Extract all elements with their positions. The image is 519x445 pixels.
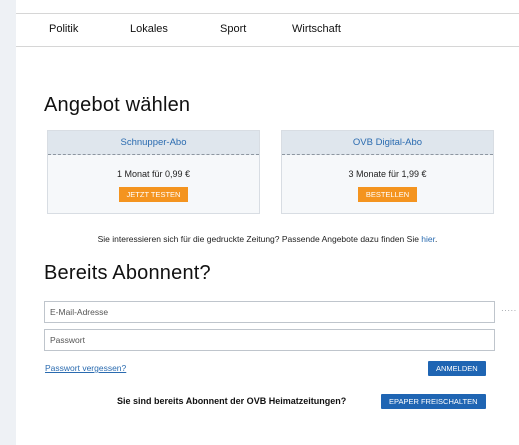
epaper-unlock-button[interactable]: EPAPER FREISCHALTEN (381, 394, 486, 409)
password-field[interactable] (44, 329, 495, 351)
login-button[interactable]: ANMELDEN (428, 361, 486, 376)
epaper-question: Sie sind bereits Abonnent der OVB Heimat… (117, 396, 347, 406)
bestellen-button[interactable]: BESTELLEN (357, 187, 418, 202)
print-offer-end: . (435, 234, 438, 244)
offer-card-title: OVB Digital-Abo (282, 131, 493, 155)
nav-item-wirtschaft[interactable]: Wirtschaft (292, 23, 341, 35)
offer-card-schnupper: Schnupper-Abo 1 Monat für 0,99 € JETZT T… (47, 130, 260, 214)
offer-card-body: 1 Monat für 0,99 € JETZT TESTEN (48, 169, 259, 202)
login-heading: Bereits Abonnent? (44, 262, 211, 284)
offer-card-body: 3 Monate für 1,99 € BESTELLEN (282, 169, 493, 202)
print-offer-link[interactable]: hier (421, 234, 435, 244)
jetzt-testen-button[interactable]: JETZT TESTEN (118, 187, 189, 202)
offer-heading: Angebot wählen (44, 94, 191, 116)
nav-item-politik[interactable]: Politik (49, 23, 78, 35)
field-overflow-indicator: ····· (501, 306, 517, 315)
print-offer-info: Sie interessieren sich für die gedruckte… (16, 234, 519, 244)
page: Politik Lokales Sport Wirtschaft Angebot… (16, 0, 519, 445)
forgot-password-link[interactable]: Passwort vergessen? (45, 363, 126, 373)
print-offer-text: Sie interessieren sich für die gedruckte… (97, 234, 422, 244)
offer-card-digital: OVB Digital-Abo 3 Monate für 1,99 € BEST… (281, 130, 494, 214)
offer-card-title: Schnupper-Abo (48, 131, 259, 155)
offer-card-price: 1 Monat für 0,99 € (116, 169, 191, 179)
top-navigation: Politik Lokales Sport Wirtschaft (16, 13, 519, 47)
email-field[interactable] (44, 301, 495, 323)
nav-item-sport[interactable]: Sport (220, 23, 246, 35)
nav-item-lokales[interactable]: Lokales (130, 23, 168, 35)
offer-card-price: 3 Monate für 1,99 € (348, 169, 427, 179)
